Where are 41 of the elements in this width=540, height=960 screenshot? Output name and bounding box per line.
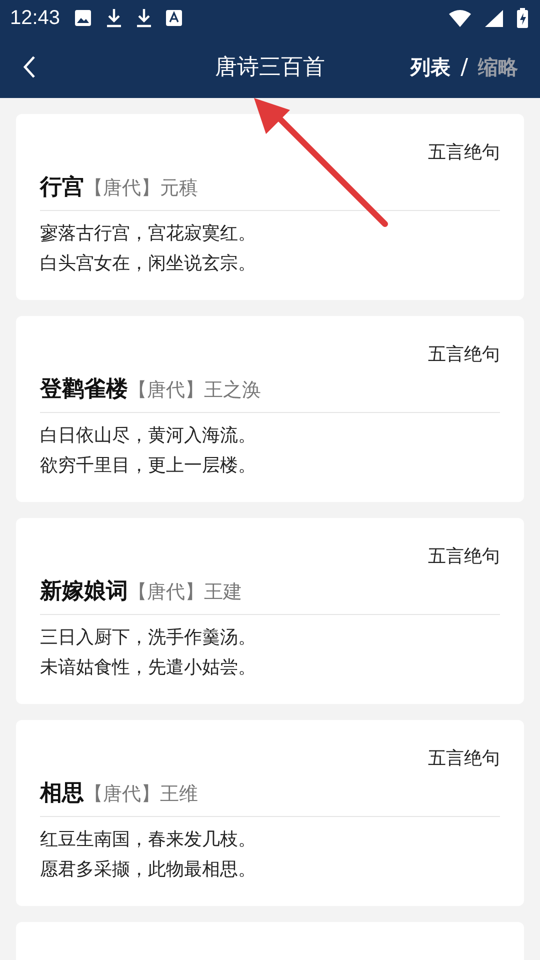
poem-line: 愿君多采撷，此物最相思。 <box>40 858 257 882</box>
keyboard-icon <box>166 10 182 26</box>
page-title: 唐诗三百首 <box>215 54 325 82</box>
image-icon <box>74 9 92 27</box>
wifi-icon <box>449 10 471 26</box>
signal-icon <box>485 10 503 26</box>
status-time: 12:43 <box>10 6 60 30</box>
poem-author: 王维 <box>160 782 198 807</box>
poem-form: 五言绝句 <box>427 343 500 367</box>
download-icon <box>106 8 122 28</box>
poem-line: 白日依山尽，黄河入海流。 <box>40 424 257 448</box>
poem-dynasty: 【唐代】 <box>84 782 160 807</box>
poem-dynasty: 【唐代】 <box>84 176 160 201</box>
poem-line: 未谙姑食性，先遣小姑尝。 <box>40 656 257 680</box>
poem-line: 红豆生南国，春来发几枝。 <box>40 828 257 852</box>
poem-line: 白头宫女在，闲坐说玄宗。 <box>40 252 257 276</box>
thumbnail-view-tab[interactable]: 缩略 <box>478 54 518 80</box>
poem-line: 寥落古行宫，宫花寂寞红。 <box>40 222 257 246</box>
poem-form: 五言绝句 <box>427 545 500 569</box>
back-icon[interactable] <box>22 55 36 79</box>
poem-dynasty: 【唐代】 <box>128 580 204 605</box>
poem-line: 三日入厨下，洗手作羹汤。 <box>40 626 257 650</box>
poem-title: 行宫 <box>40 174 84 202</box>
poem-title: 登鹳雀楼 <box>40 376 128 404</box>
download-icon <box>136 8 152 28</box>
poem-author: 元稹 <box>160 176 198 201</box>
poem-dynasty: 【唐代】 <box>128 378 204 403</box>
battery-icon <box>517 8 528 28</box>
poem-form: 五言绝句 <box>427 141 500 165</box>
poem-line: 欲穷千里目，更上一层楼。 <box>40 454 257 478</box>
poem-title: 新嫁娘词 <box>40 578 128 606</box>
separator-slash: / <box>460 54 468 80</box>
poem-form: 五言绝句 <box>427 747 500 771</box>
poem-author: 王建 <box>204 580 242 605</box>
poem-author: 王之涣 <box>204 378 261 403</box>
list-view-tab[interactable]: 列表 <box>410 54 451 80</box>
poem-card[interactable]: 五言绝句 行宫【唐代】元稹 寥落古行宫，宫花寂寞红。 白头宫女在，闲坐说玄宗。 <box>16 114 524 300</box>
poem-card[interactable]: 五言绝句 相思【唐代】王维 红豆生南国，春来发几枝。 愿君多采撷，此物最相思。 <box>16 720 524 906</box>
poem-title: 相思 <box>40 780 84 808</box>
poem-card[interactable]: 五言绝句 登鹳雀楼【唐代】王之涣 白日依山尽，黄河入海流。 欲穷千里目，更上一层楼。 <box>16 316 524 502</box>
poem-card[interactable]: 五言绝句 新嫁娘词【唐代】王建 三日入厨下，洗手作羹汤。 未谙姑食性，先遣小姑尝。 <box>16 518 524 704</box>
